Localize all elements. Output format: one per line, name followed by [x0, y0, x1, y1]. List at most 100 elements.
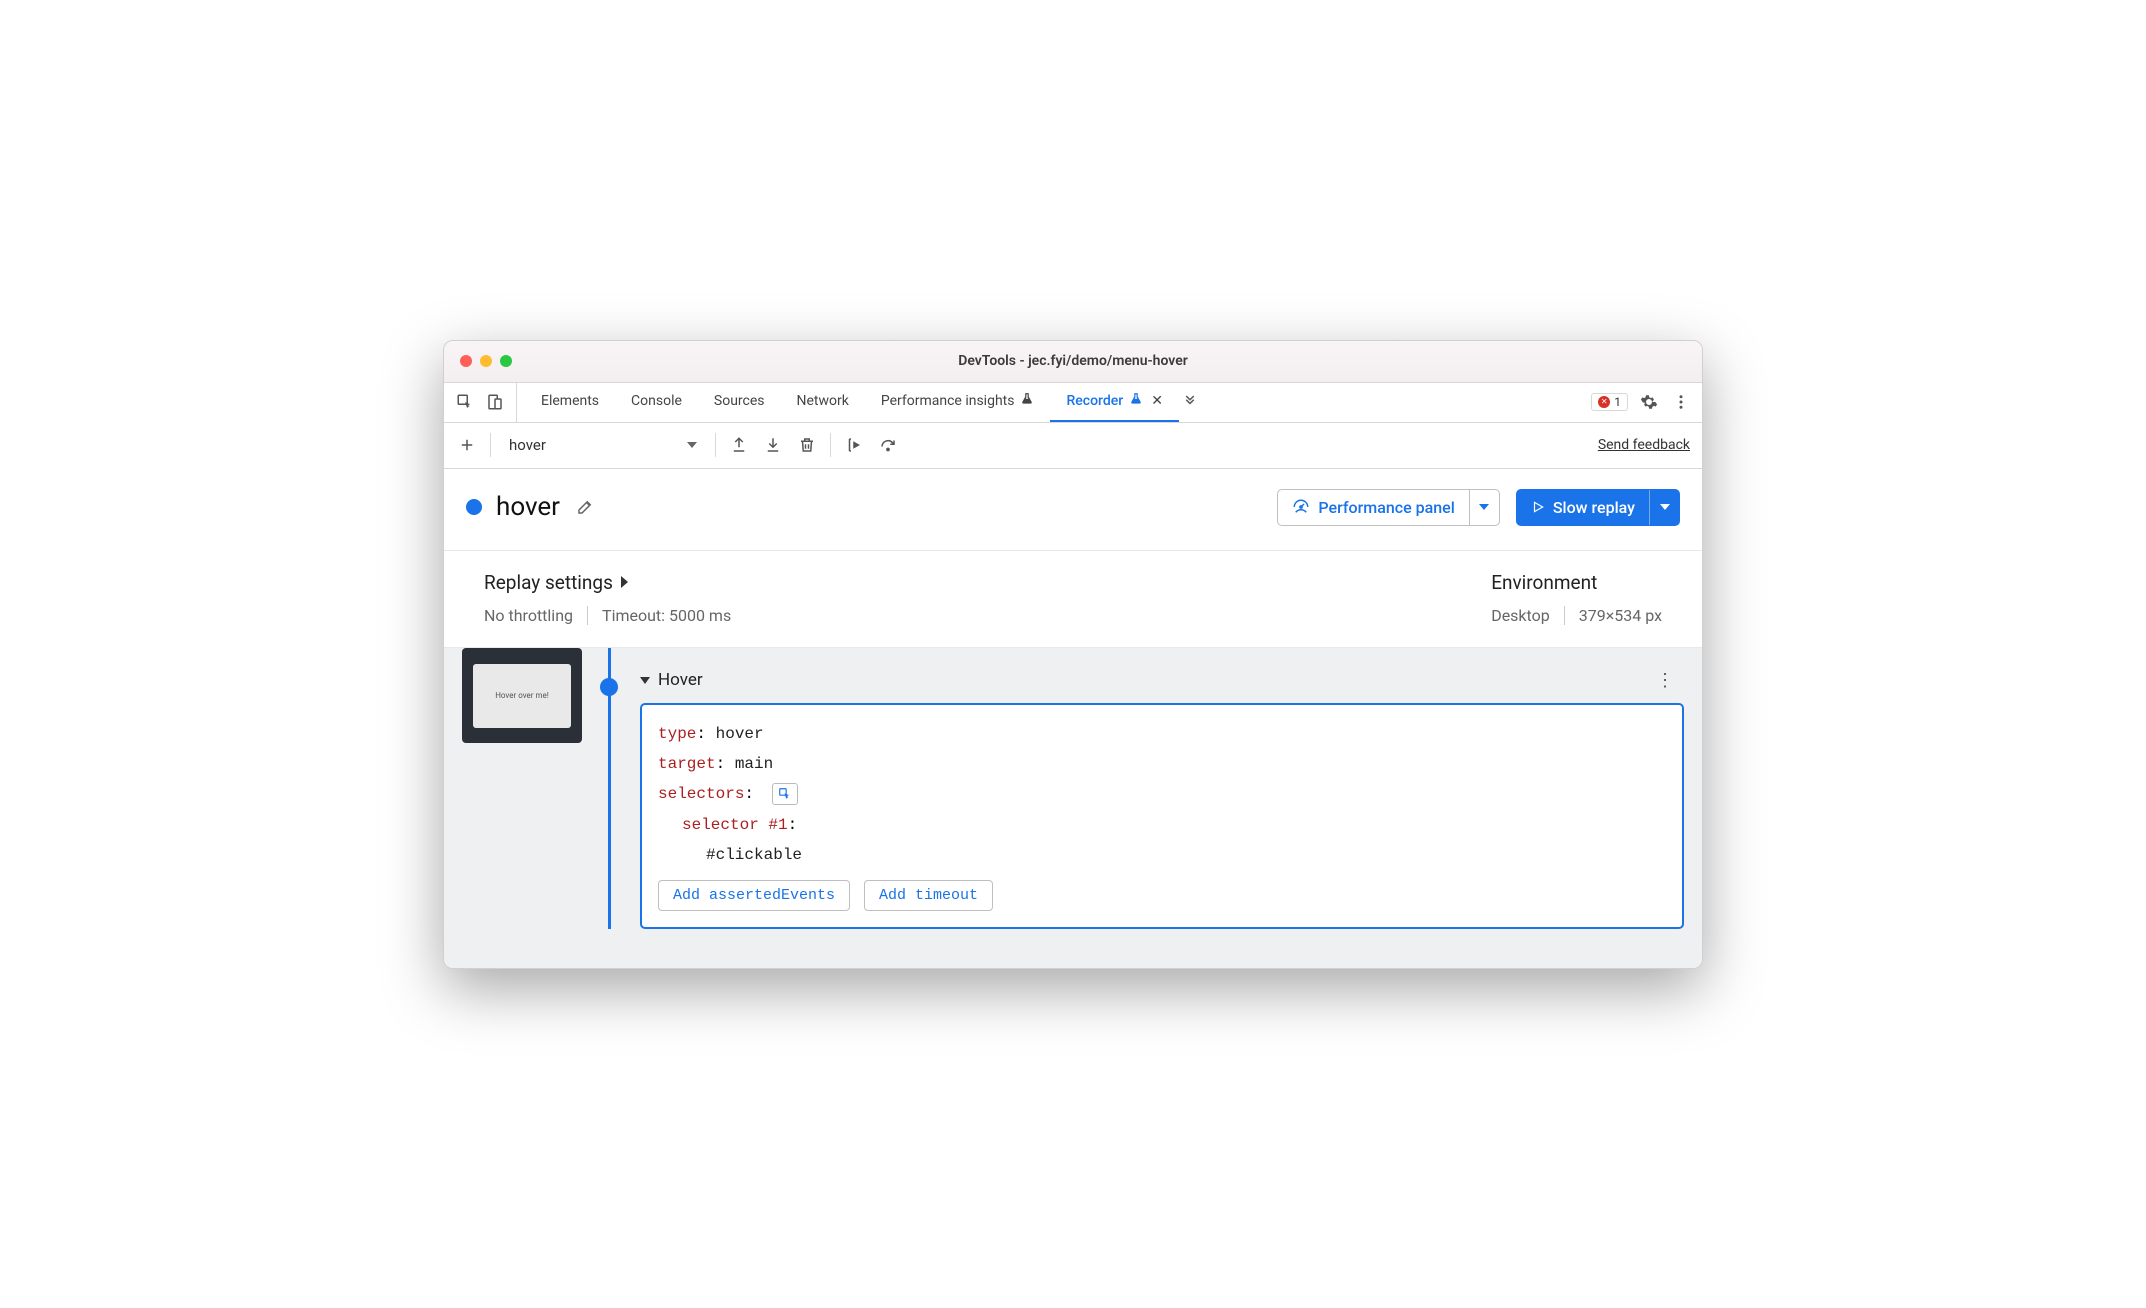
error-icon: [1598, 396, 1610, 408]
replay-settings-meta: No throttling Timeout: 5000 ms: [484, 606, 1491, 625]
tab-elements[interactable]: Elements: [525, 383, 615, 422]
tab-label: Sources: [714, 393, 765, 409]
step-play-icon[interactable]: [843, 434, 865, 456]
import-icon[interactable]: [762, 434, 784, 456]
thumbnail-caption: Hover over me!: [473, 664, 571, 728]
timeline: Hover ⋮ type: hover target: main selecto…: [600, 648, 1684, 930]
new-recording-icon[interactable]: [456, 434, 478, 456]
thumbnail-column: Hover over me!: [462, 648, 582, 930]
beaker-icon: [1129, 392, 1143, 410]
error-badge[interactable]: 1: [1591, 393, 1628, 411]
add-timeout-button[interactable]: Add timeout: [864, 880, 993, 911]
tab-label: Recorder: [1066, 393, 1123, 409]
detail-actions: Add assertedEvents Add timeout: [658, 880, 1666, 911]
performance-panel-button: Performance panel: [1277, 489, 1499, 526]
inspect-element-icon[interactable]: [454, 391, 476, 413]
tab-recorder[interactable]: Recorder ✕: [1050, 383, 1178, 422]
steps-area: Hover over me! Hover ⋮ type: hover targe…: [444, 648, 1702, 968]
button-label: Slow replay: [1553, 498, 1635, 517]
tab-sources[interactable]: Sources: [698, 383, 781, 422]
zoom-window-button[interactable]: [500, 355, 512, 367]
recorder-toolbar: hover Send feedback: [444, 423, 1702, 469]
tabbar-left-tools: [454, 383, 517, 422]
delete-icon[interactable]: [796, 434, 818, 456]
step-block: Hover ⋮ type: hover target: main selecto…: [640, 670, 1684, 930]
dimensions-value: 379×534 px: [1579, 606, 1662, 625]
error-count: 1: [1614, 395, 1621, 409]
export-icon[interactable]: [728, 434, 750, 456]
screenshot-thumbnail[interactable]: Hover over me!: [462, 648, 582, 743]
traffic-lights: [460, 355, 512, 367]
button-label: Performance panel: [1318, 498, 1454, 517]
step-details: type: hover target: main selectors: sele…: [640, 703, 1684, 930]
performance-panel-caret[interactable]: [1469, 490, 1499, 525]
tab-performance-insights[interactable]: Performance insights: [865, 383, 1051, 422]
slow-replay-main[interactable]: Slow replay: [1517, 490, 1649, 525]
send-feedback-link[interactable]: Send feedback: [1598, 437, 1690, 453]
step-over-icon[interactable]: [877, 434, 899, 456]
slow-replay-caret[interactable]: [1649, 490, 1679, 525]
separator: [830, 433, 831, 457]
pick-selector-icon[interactable]: [772, 783, 798, 805]
recording-select-value: hover: [509, 436, 546, 454]
device-toolbar-icon[interactable]: [484, 391, 506, 413]
kv-type: type: hover: [658, 719, 1666, 749]
performance-panel-main[interactable]: Performance panel: [1278, 490, 1468, 525]
separator: [490, 433, 491, 457]
section-title: Environment: [1491, 571, 1662, 594]
recording-title: hover: [466, 492, 596, 522]
kv-selector-1-value: #clickable: [658, 840, 1666, 870]
play-icon: [1531, 500, 1545, 514]
kv-selectors: selectors:: [658, 779, 1666, 809]
kv-selector-1: selector #1:: [658, 810, 1666, 840]
settings-icon[interactable]: [1638, 391, 1660, 413]
chevron-down-icon: [687, 442, 697, 448]
minimize-window-button[interactable]: [480, 355, 492, 367]
recording-status-dot: [466, 499, 482, 515]
tabbar: Elements Console Sources Network Perform…: [444, 383, 1702, 423]
replay-settings: Replay settings No throttling Timeout: 5…: [484, 571, 1491, 625]
step-marker: [600, 678, 618, 696]
chevron-down-icon: [640, 677, 650, 684]
tabbar-right: 1: [1583, 383, 1692, 422]
tabs: Elements Console Sources Network Perform…: [525, 383, 1583, 422]
separator: [1564, 606, 1565, 625]
chevron-down-icon: [1479, 504, 1489, 510]
tab-console[interactable]: Console: [615, 383, 698, 422]
recording-name: hover: [496, 492, 560, 522]
window-title: DevTools - jec.fyi/demo/menu-hover: [958, 353, 1188, 369]
beaker-icon: [1020, 392, 1034, 410]
step-title: Hover: [658, 670, 703, 690]
devtools-window: DevTools - jec.fyi/demo/menu-hover Eleme…: [443, 340, 1703, 969]
edit-name-icon[interactable]: [574, 496, 596, 518]
kv-target: target: main: [658, 749, 1666, 779]
tab-label: Console: [631, 393, 682, 409]
settings-row: Replay settings No throttling Timeout: 5…: [444, 551, 1702, 648]
step-header[interactable]: Hover ⋮: [640, 670, 1684, 691]
header-actions: Performance panel Slow replay: [1277, 489, 1680, 526]
separator: [587, 606, 588, 625]
separator: [715, 433, 716, 457]
environment-meta: Desktop 379×534 px: [1491, 606, 1662, 625]
tab-label: Elements: [541, 393, 599, 409]
throttling-value: No throttling: [484, 606, 573, 625]
recording-header: hover Performance panel Slow replay: [444, 469, 1702, 551]
chevron-down-icon: [1660, 504, 1670, 510]
replay-settings-toggle[interactable]: Replay settings: [484, 571, 1491, 594]
tab-network[interactable]: Network: [781, 383, 865, 422]
titlebar: DevTools - jec.fyi/demo/menu-hover: [444, 341, 1702, 383]
recording-select[interactable]: hover: [503, 431, 703, 459]
gauge-icon: [1292, 498, 1310, 516]
tab-label: Network: [797, 393, 849, 409]
more-tabs-icon[interactable]: [1179, 391, 1201, 413]
kebab-menu-icon[interactable]: [1670, 391, 1692, 413]
add-asserted-events-button[interactable]: Add assertedEvents: [658, 880, 850, 911]
section-title: Replay settings: [484, 571, 613, 594]
device-value: Desktop: [1491, 606, 1550, 625]
close-tab-icon[interactable]: ✕: [1151, 393, 1163, 409]
timeout-value: Timeout: 5000 ms: [602, 606, 731, 625]
close-window-button[interactable]: [460, 355, 472, 367]
environment-info: Environment Desktop 379×534 px: [1491, 571, 1662, 625]
step-kebab-icon[interactable]: ⋮: [1656, 670, 1676, 691]
tab-label: Performance insights: [881, 393, 1015, 409]
